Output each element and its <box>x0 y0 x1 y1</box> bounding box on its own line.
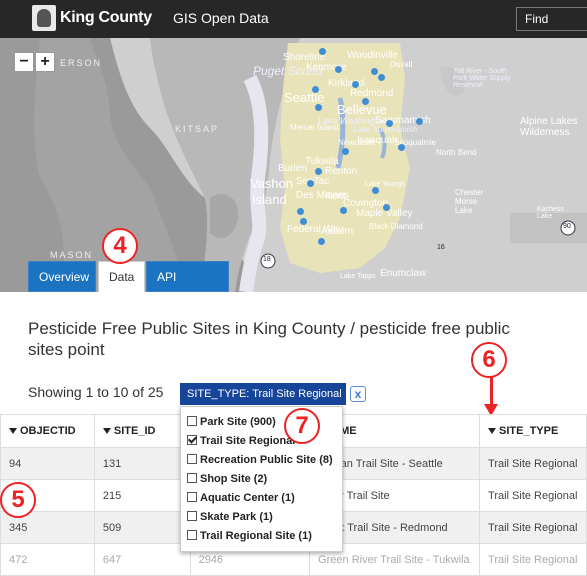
map-view[interactable]: − + ERSON Shoreline Kenmore Woodinville … <box>0 38 587 292</box>
filter-icon[interactable] <box>488 428 497 435</box>
map-label: Chester Morse Lake <box>455 188 484 215</box>
map-marker[interactable] <box>300 218 307 225</box>
map-label: Tolt River - South Fork Water Supply Res… <box>453 68 511 89</box>
map-label: MASON <box>50 250 94 260</box>
map-marker[interactable] <box>312 86 319 93</box>
map-label: Black Diamond <box>369 222 423 231</box>
column-header-site-type[interactable]: SITE_TYPE <box>479 414 587 448</box>
table-info-text: Showing 1 to 10 of 25 <box>28 384 164 400</box>
map-marker[interactable] <box>319 48 326 55</box>
annotation-badge: 4 <box>102 228 138 264</box>
map-marker[interactable] <box>378 74 385 81</box>
map-marker[interactable] <box>362 98 369 105</box>
find-input[interactable]: Find <box>516 7 587 31</box>
map-marker[interactable] <box>318 238 325 245</box>
map-marker[interactable] <box>307 180 314 187</box>
column-header-site-id[interactable]: SITE_ID <box>93 414 191 448</box>
map-marker[interactable] <box>352 81 359 88</box>
filter-option[interactable]: Trail Site Regional <box>181 432 342 451</box>
map-marker[interactable] <box>315 104 322 111</box>
site-subtitle: GIS Open Data <box>173 10 269 26</box>
map-label: KITSAP <box>175 124 220 134</box>
clear-filter-icon[interactable]: x <box>350 386 366 402</box>
cell-site-id: 647 <box>93 543 191 576</box>
checkbox[interactable] <box>187 511 197 521</box>
filter-icon[interactable] <box>9 428 17 435</box>
checkbox[interactable] <box>187 530 197 540</box>
map-marker[interactable] <box>335 66 342 73</box>
dataset-tabs: Overview Data API Explorer <box>0 261 587 315</box>
map-marker[interactable] <box>398 144 405 151</box>
map-label: Auburn <box>321 226 354 237</box>
map-label: Island <box>252 192 287 207</box>
filter-option[interactable]: Skate Park (1) <box>181 508 342 527</box>
cell-site-type: Trail Site Regional <box>479 511 587 544</box>
map-label: North Bend <box>436 148 477 157</box>
map-label: Bellevue <box>337 102 387 117</box>
king-county-logo[interactable] <box>32 5 56 31</box>
map-label: Duvall <box>390 60 413 69</box>
tab-data[interactable]: Data <box>98 261 145 292</box>
annotation-badge: 5 <box>0 482 36 518</box>
filter-option[interactable]: Aquatic Center (1) <box>181 489 342 508</box>
checkbox[interactable] <box>187 492 197 502</box>
map-label: ERSON <box>60 58 103 68</box>
map-marker[interactable] <box>386 120 393 127</box>
zoom-in-button[interactable]: + <box>35 52 55 72</box>
map-label: Puget Sound <box>253 64 323 78</box>
top-header: King County GIS Open Data Find <box>0 0 587 38</box>
cell-site-id: 215 <box>93 479 191 512</box>
map-marker[interactable] <box>297 208 304 215</box>
filter-option[interactable]: Shop Site (2) <box>181 470 342 489</box>
zoom-out-button[interactable]: − <box>14 52 34 72</box>
filter-icon[interactable] <box>102 428 111 435</box>
map-label: Newcastle <box>338 138 375 147</box>
map-marker[interactable] <box>371 68 378 75</box>
column-header-objectid[interactable]: OBJECTID <box>0 414 95 448</box>
checkbox[interactable] <box>187 454 197 464</box>
annotation-arrow <box>490 376 493 406</box>
map-label: Lake Youngs <box>365 181 406 188</box>
map-label: Alpine Lakes Wilderness <box>520 116 578 138</box>
dataset-title: Pesticide Free Public Sites in King Coun… <box>28 319 510 359</box>
filter-option[interactable]: Trail Regional Site (1) <box>181 527 342 546</box>
map-marker[interactable] <box>315 168 322 175</box>
cell-site-id: 131 <box>93 447 191 480</box>
map-marker[interactable] <box>342 148 349 155</box>
highway-shield: 16 <box>437 244 445 251</box>
tab-overview[interactable]: Overview <box>28 261 96 292</box>
cell-site-type: Trail Site Regional <box>479 479 587 512</box>
map-marker[interactable] <box>340 207 347 214</box>
checkbox-checked[interactable] <box>187 435 197 445</box>
annotation-badge: 7 <box>284 408 320 444</box>
map-label: Vashon <box>250 176 294 191</box>
checkbox[interactable] <box>187 416 197 426</box>
cell-site-type: Trail Site Regional <box>479 543 587 576</box>
highway-shield: 90 <box>563 223 571 230</box>
brand-name[interactable]: King County <box>60 9 152 27</box>
cell-objectid: 94 <box>0 447 95 480</box>
filter-option[interactable]: Recreation Public Site (8) <box>181 451 342 470</box>
map-label: Burien <box>278 163 307 174</box>
checkbox[interactable] <box>187 473 197 483</box>
map-label: Renton <box>325 166 358 177</box>
map-label: Redmond <box>350 88 394 99</box>
active-filter-button[interactable]: SITE_TYPE: Trail Site Regional ▾ <box>180 383 346 422</box>
cell-site-id: 509 <box>93 511 191 544</box>
annotation-badge: 6 <box>471 342 507 378</box>
map-label: Kachess Lake <box>537 206 564 220</box>
map-marker[interactable] <box>416 118 423 125</box>
map-marker[interactable] <box>383 204 390 211</box>
cell-site-type: Trail Site Regional <box>479 447 587 480</box>
map-marker[interactable] <box>372 187 379 194</box>
tab-api-explorer[interactable]: API Explorer <box>146 261 229 315</box>
map-label: Seattle <box>284 90 325 105</box>
cell-objectid: 472 <box>0 543 95 576</box>
map-label: Lake Sammamish <box>353 125 418 134</box>
